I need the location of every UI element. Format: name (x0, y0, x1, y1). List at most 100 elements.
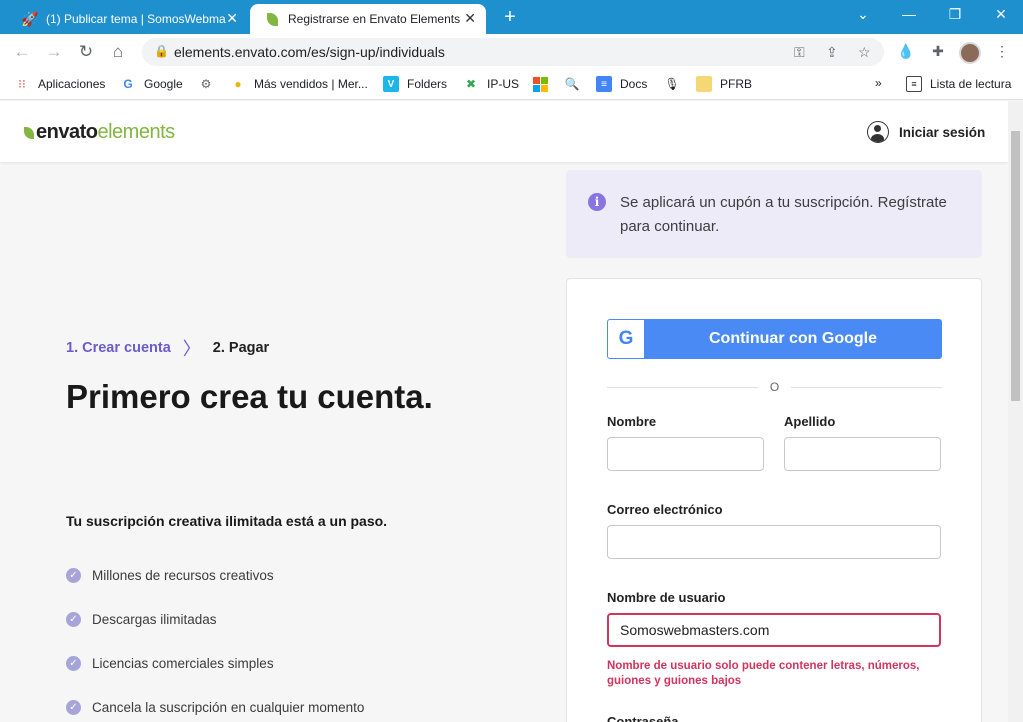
username-field[interactable] (607, 613, 941, 647)
subheading: Tu suscripción creativa ilimitada está a… (66, 513, 388, 529)
overflow-chevron-icon: » (875, 76, 882, 90)
extension-drop-icon[interactable]: 💧 (896, 43, 916, 63)
check-circle-icon: ✓ (66, 611, 81, 627)
bookmarks-bar: ⁝⁝ Aplicaciones G Google ⚙ ● Más vendido… (0, 70, 1023, 100)
envato-leaf-icon (264, 11, 280, 27)
reload-button[interactable]: ↻ (76, 42, 96, 62)
microsoft-icon (532, 76, 548, 92)
reading-list-button[interactable]: ≡ Lista de lectura (906, 76, 1011, 92)
logo-text-envato: envato (36, 121, 98, 143)
bookmark-google[interactable]: G Google (120, 76, 183, 92)
restore-button[interactable]: ❐ (940, 6, 970, 23)
bookmark-label: Aplicaciones (38, 77, 106, 91)
docs-icon: ≡ (596, 76, 612, 92)
list-item: ✓ Millones de recursos creativos (66, 553, 364, 597)
bookmark-search[interactable]: 🔍 (564, 76, 588, 92)
menu-kebab-icon[interactable]: ⋮ (992, 43, 1012, 63)
email-field[interactable] (607, 525, 941, 559)
last-name-field[interactable] (784, 437, 941, 471)
check-circle-icon: ✓ (66, 699, 81, 715)
list-item: ✓ Cancela la suscripción en cualquier mom… (66, 685, 364, 722)
mic-icon: 🎙 (664, 77, 680, 91)
extensions-puzzle-icon[interactable]: ✚ (928, 43, 948, 63)
minimize-button[interactable]: — (894, 6, 924, 22)
bookmark-label: IP-US (487, 77, 520, 91)
signin-link[interactable]: Iniciar sesión (867, 121, 985, 143)
bookmark-microsoft[interactable] (532, 76, 556, 92)
back-button[interactable]: ← (12, 42, 32, 62)
address-bar[interactable]: 🔒 elements.envato.com/es/sign-up/individ… (142, 38, 884, 66)
bookmark-aplicaciones[interactable]: ⁝⁝ Aplicaciones (14, 76, 105, 92)
benefit-text: Cancela la suscripción en cualquier mome… (92, 699, 365, 715)
check-circle-icon: ✓ (66, 655, 81, 671)
google-button-label: Continuar con Google (709, 330, 877, 347)
tab-title: Registrarse en Envato Elements (288, 12, 461, 26)
url-text[interactable]: elements.envato.com/es/sign-up/individua… (174, 44, 445, 60)
share-icon[interactable]: ⇪ (826, 44, 838, 61)
page-title: Primero crea tu cuenta. (66, 378, 433, 415)
bookmark-mic[interactable]: 🎙 (664, 76, 688, 92)
first-name-label: Nombre (607, 414, 657, 429)
bookmark-mas-vendidos[interactable]: ● Más vendidos | Mer... (230, 76, 368, 92)
bookmark-label: PFRB (720, 77, 753, 91)
envato-leaf-icon (24, 127, 34, 139)
search-icon: 🔍 (564, 77, 580, 91)
page-content: envatoelements Iniciar sesión i Se aplic… (0, 101, 1008, 722)
close-tab-icon[interactable]: ✕ (464, 10, 476, 27)
forward-button[interactable]: → (44, 42, 64, 62)
bookmark-star-icon[interactable]: ☆ (858, 44, 871, 61)
browser-toolbar: ← → ↻ ⌂ 🔒 elements.envato.com/es/sign-up… (0, 34, 1023, 70)
list-item: ✓ Licencias comerciales simples (66, 641, 364, 685)
tab-search-icon[interactable]: ⌄ (848, 6, 878, 23)
site-header: envatoelements Iniciar sesión (0, 101, 1008, 162)
reading-list-icon: ≡ (906, 76, 922, 92)
benefit-text: Licencias comerciales simples (92, 655, 274, 671)
signin-label: Iniciar sesión (899, 124, 986, 140)
username-error-message: Nombre de usuario solo puede contener le… (607, 660, 920, 687)
envato-elements-logo[interactable]: envatoelements (24, 121, 175, 144)
tab-envato-signup[interactable]: Registrarse en Envato Elements ✕ (250, 4, 486, 34)
home-button[interactable]: ⌂ (108, 42, 128, 62)
vimeo-icon: V (383, 76, 399, 92)
tab-publicar-tema[interactable]: 🚀 (1) Publicar tema | SomosWebmasters ✕ (8, 4, 248, 34)
google-signin-button[interactable]: G Continuar con Google (607, 319, 942, 359)
new-tab-button[interactable]: + (500, 6, 520, 29)
logo-text-elements: elements (97, 121, 175, 143)
bookmark-label: Más vendidos | Mer... (254, 77, 368, 91)
check-circle-icon: ✓ (66, 567, 81, 583)
profile-avatar[interactable] (959, 42, 981, 64)
benefit-text: Millones de recursos creativos (92, 567, 274, 583)
bookmark-docs[interactable]: ≡ Docs (596, 76, 647, 92)
bookmark-gear[interactable]: ⚙ (198, 76, 222, 92)
folder-icon (696, 76, 712, 92)
email-label: Correo electrónico (607, 502, 723, 517)
benefits-list: ✓ Millones de recursos creativos ✓ Descarg… (66, 553, 364, 722)
coupon-notice-text: Se aplicará un cupón a tu suscripción. R… (620, 194, 947, 235)
google-icon: G (608, 320, 644, 358)
mercadolibre-icon: ● (234, 77, 242, 91)
bookmark-pfrb[interactable]: PFRB (696, 76, 752, 92)
reading-list-label: Lista de lectura (930, 77, 1012, 91)
close-tab-icon[interactable]: ✕ (226, 10, 238, 27)
bookmark-label: Google (144, 77, 183, 91)
benefit-text: Descargas ilimitadas (92, 611, 217, 627)
bookmark-ip-us[interactable]: ✖ IP-US (463, 76, 519, 92)
close-window-button[interactable]: ✕ (986, 6, 1016, 23)
step-create-account: 1. Crear cuenta (66, 340, 171, 356)
page-scrollbar[interactable] (1008, 101, 1023, 722)
key-icon[interactable]: ⚿ (794, 44, 805, 61)
bookmarks-overflow-button[interactable]: » (875, 76, 882, 90)
checkout-steps: 1. Crear cuenta 〉 2. Pagar (66, 335, 269, 361)
gear-icon: ⚙ (200, 77, 212, 91)
divider-line (607, 386, 758, 388)
bookmark-label: Docs (620, 77, 648, 91)
last-name-label: Apellido (784, 414, 836, 429)
or-label: O (769, 380, 780, 394)
google-icon: G (123, 77, 133, 91)
bookmark-folders[interactable]: V Folders (383, 76, 447, 92)
tab-title: (1) Publicar tema | SomosWebmasters (46, 12, 226, 26)
first-name-field[interactable] (607, 437, 764, 471)
signup-form-card: G Continuar con Google O Nombre Apellido… (566, 278, 982, 722)
scrollbar-thumb[interactable] (1011, 131, 1020, 401)
browser-tab-strip: 🚀 (1) Publicar tema | SomosWebmasters ✕ … (0, 0, 1023, 34)
